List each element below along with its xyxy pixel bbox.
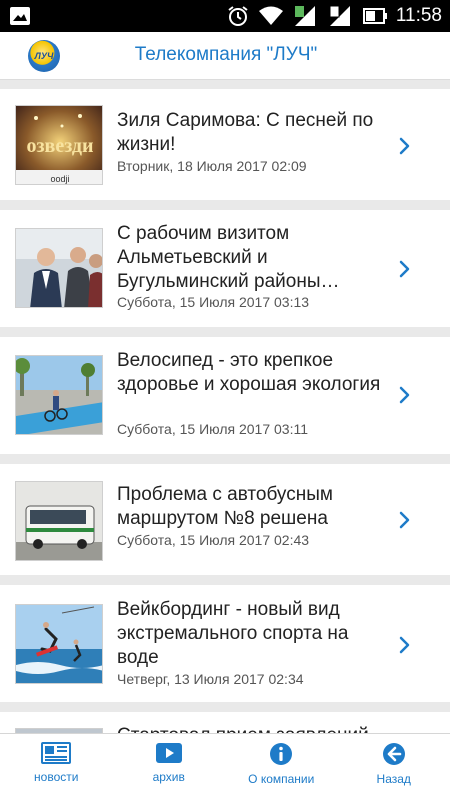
news-date: Суббота, 15 Июля 2017 03:13 bbox=[117, 294, 310, 310]
bottom-navigation: новости архив О компании Назад bbox=[0, 733, 450, 800]
chevron-right-icon bbox=[399, 386, 410, 404]
nav-news-label: новости bbox=[34, 770, 79, 784]
chevron-right-icon bbox=[399, 636, 410, 654]
news-headline: Проблема с автобусным маршрутом №8 решен… bbox=[117, 484, 333, 529]
nav-about[interactable]: О компании bbox=[225, 734, 338, 800]
nav-back[interactable]: Назад bbox=[338, 734, 450, 800]
signal-sim2-icon bbox=[329, 5, 350, 26]
page-title: Телекомпания "ЛУЧ" bbox=[134, 44, 318, 65]
news-headline: Велосипед - это крепкое здоровье и хорош… bbox=[117, 350, 381, 395]
info-icon bbox=[270, 743, 293, 765]
nav-back-label: Назад bbox=[376, 772, 411, 786]
chevron-right-icon bbox=[399, 137, 410, 155]
news-item[interactable]: Вейкбординг - новый вид экстремального с… bbox=[0, 585, 450, 702]
chevron-right-icon bbox=[399, 511, 410, 529]
news-headline: Стартовал прием заявлений bbox=[117, 724, 437, 733]
news-thumbnail bbox=[15, 228, 103, 308]
news-thumbnail bbox=[15, 604, 103, 684]
nav-archive[interactable]: архив bbox=[113, 734, 226, 800]
news-item[interactable]: Стартовал прием заявлений bbox=[0, 712, 450, 733]
nav-news[interactable]: новости bbox=[0, 734, 113, 800]
play-icon bbox=[155, 743, 182, 763]
news-item[interactable]: С рабочим визитом Альметьевский и Бугуль… bbox=[0, 210, 450, 327]
news-headline: С рабочим визитом Альметьевский и Бугуль… bbox=[117, 223, 340, 292]
thumb-caption: озвезди bbox=[26, 135, 93, 157]
thumb-sponsor: oodji bbox=[50, 174, 69, 184]
news-thumbnail bbox=[15, 355, 103, 435]
news-thumbnail bbox=[15, 481, 103, 561]
nav-archive-label: архив bbox=[152, 770, 185, 784]
back-arrow-icon bbox=[382, 743, 405, 765]
news-date: Вторник, 18 Июля 2017 02:09 bbox=[117, 158, 307, 174]
news-item[interactable]: Проблема с автобусным маршрутом №8 решен… bbox=[0, 464, 450, 575]
signal-sim1-icon bbox=[294, 6, 315, 26]
news-date: Суббота, 15 Июля 2017 03:11 bbox=[117, 421, 308, 437]
news-headline: Зиля Саримова: С песней по жизни! bbox=[117, 110, 374, 155]
chevron-right-icon bbox=[399, 260, 410, 278]
news-item[interactable]: озвезди oodji Зиля Саримова: С песней по… bbox=[0, 89, 450, 200]
gallery-icon bbox=[10, 7, 30, 25]
nav-about-label: О компании bbox=[248, 772, 315, 786]
newspaper-icon bbox=[41, 742, 72, 764]
status-bar: 11:58 bbox=[0, 0, 450, 32]
news-feed[interactable]: озвезди oodji Зиля Саримова: С песней по… bbox=[0, 80, 450, 733]
alarm-icon bbox=[228, 6, 248, 26]
status-clock: 11:58 bbox=[395, 5, 442, 26]
news-date: Суббота, 15 Июля 2017 02:43 bbox=[117, 532, 310, 548]
battery-icon bbox=[362, 8, 387, 24]
news-item[interactable]: Велосипед - это крепкое здоровье и хорош… bbox=[0, 337, 450, 454]
news-date: Четверг, 13 Июля 2017 02:34 bbox=[117, 671, 304, 687]
app-header: ЛУЧ Телекомпания "ЛУЧ" bbox=[0, 32, 450, 80]
news-thumbnail: озвезди oodji bbox=[15, 105, 103, 185]
wifi-icon bbox=[258, 6, 283, 25]
news-headline: Вейкбординг - новый вид экстремального с… bbox=[117, 599, 349, 668]
